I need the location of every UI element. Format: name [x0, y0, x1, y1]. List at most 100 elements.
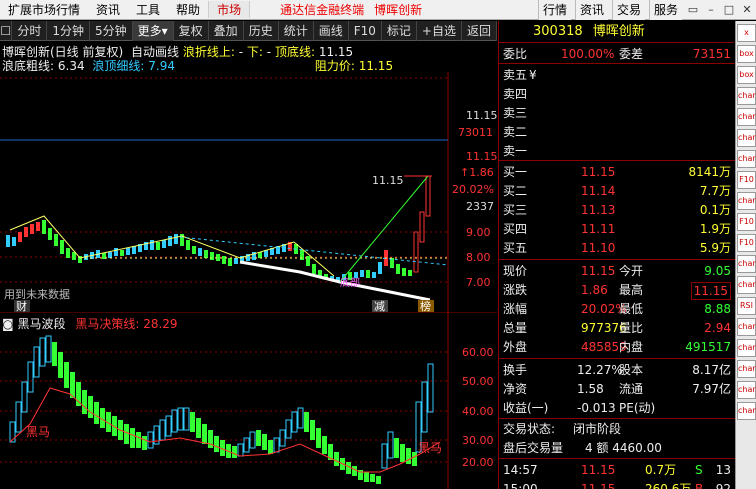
buy-volume: 5.9万 [699, 241, 731, 255]
close-icon[interactable]: ✕ [738, 0, 756, 20]
side-tool-icon[interactable]: chart [737, 276, 756, 294]
side-tool-icon[interactable]: RSI [737, 297, 756, 315]
candle [120, 250, 124, 256]
stat2-value: 1.58 [577, 382, 604, 396]
f10-button[interactable]: F10 [349, 20, 382, 41]
axis-label: 7.00 [466, 276, 491, 289]
menu-item-market[interactable]: 市场 [208, 1, 251, 18]
bar [376, 476, 381, 484]
menu-toggle-icon[interactable]: ☐ [0, 20, 13, 41]
stat-label: 最高 [619, 283, 644, 297]
buy-row: 买五 11.10 5.9万 [499, 239, 735, 258]
bar [304, 412, 309, 432]
side-tool-icon[interactable]: F10 [737, 234, 756, 252]
bar [285, 419, 292, 439]
maximize-icon[interactable]: □ [720, 0, 738, 20]
nav-quote-button[interactable]: 行情 [538, 0, 572, 20]
menu-item-market-ext[interactable]: 扩展市场行情 [0, 1, 88, 18]
nav-service-button[interactable]: 服务 [649, 0, 683, 20]
buy-label: 买四 [503, 222, 528, 236]
candle [60, 240, 64, 254]
side-tool-icon[interactable]: x [737, 24, 756, 42]
candle [174, 234, 178, 244]
tab-1min[interactable]: 1分钟 [47, 20, 90, 41]
side-tool-icon[interactable]: chart [737, 402, 756, 420]
history-button[interactable]: 历史 [244, 20, 279, 41]
side-tool-icon[interactable]: chart [737, 192, 756, 210]
tag-cai[interactable]: 财 [16, 299, 27, 312]
side-tool-icon[interactable]: chart [737, 339, 756, 357]
bar [400, 444, 405, 462]
nav-news-button[interactable]: 资讯 [575, 0, 609, 20]
minimize-icon[interactable]: – [702, 0, 720, 20]
tab-5min[interactable]: 5分钟 [90, 20, 133, 41]
tab-more[interactable]: 更多▾ [132, 20, 174, 41]
mark-button[interactable]: 标记 [382, 20, 417, 41]
tick-volume: 260.6万 [645, 482, 692, 489]
sub-axis-label: 60.00 [462, 346, 494, 359]
axis-label: 9.00 [466, 226, 491, 239]
menu-item-help[interactable]: 帮助 [168, 1, 208, 18]
buy-price: 11.10 [581, 241, 616, 255]
trade-status-row: 交易状态: 闭市阶段 [499, 420, 735, 439]
ad-banner-stock[interactable]: 博晖创新 [372, 1, 424, 18]
bar [214, 436, 219, 452]
side-tool-icon[interactable]: box [737, 66, 756, 84]
nav-trade-button[interactable]: 交易 [612, 0, 646, 20]
bar [15, 401, 22, 433]
stat-value: 8.88 [704, 302, 731, 316]
stats2-divider [499, 358, 735, 359]
add-watchlist-button[interactable]: +自选 [417, 20, 462, 41]
candle [312, 264, 316, 274]
draw-line-button[interactable]: 画线 [314, 20, 349, 41]
side-tool-icon[interactable]: chart [737, 87, 756, 105]
candle [162, 240, 166, 248]
candle [402, 268, 406, 276]
candle [12, 237, 16, 246]
tab-intraday[interactable]: 分时 [12, 20, 48, 41]
tick-volume: 0.7万 [645, 463, 677, 477]
tile-icon[interactable]: ▭ [684, 0, 702, 20]
status-divider [499, 418, 735, 419]
side-tool-icon[interactable]: box [737, 45, 756, 63]
adjust-button[interactable]: 复权 [174, 20, 209, 41]
side-tool-icon[interactable]: chart [737, 318, 756, 336]
order-ratio-row: 委比 100.00% 委差 73151 [499, 45, 735, 64]
sell-label: 卖二 [503, 125, 528, 139]
bar [412, 452, 417, 466]
side-tool-icon[interactable]: chart [737, 150, 756, 168]
stat-value: 491517 [685, 340, 731, 354]
side-tool-icon[interactable]: chart [737, 129, 756, 147]
ad-banner-terminal[interactable]: 通达信金融终端 [272, 1, 372, 18]
candles [6, 175, 431, 281]
tick-price: 11.15 [581, 482, 616, 489]
tick-row: 15:00 11.15 260.6万 B 92 [499, 480, 735, 489]
menu-item-tools[interactable]: 工具 [128, 1, 168, 18]
stats-button[interactable]: 统计 [279, 20, 314, 41]
thick-bottom-line [239, 260, 431, 302]
candle [372, 272, 376, 278]
side-tool-icon[interactable]: chart [737, 381, 756, 399]
side-tool-icon[interactable]: F10 [737, 171, 756, 189]
tag-jian[interactable]: 减 [374, 300, 385, 312]
side-tool-icon[interactable]: chart [737, 108, 756, 126]
back-button[interactable]: 返回 [462, 20, 497, 41]
side-tool-icon[interactable]: chart [737, 255, 756, 273]
bottom-signal-label: 底部 [340, 276, 360, 289]
side-tool-icon[interactable]: chart [737, 360, 756, 378]
thin-label: 浪顶细线: [92, 59, 145, 73]
kline-chart[interactable]: 11.15 用到未来数据 底部 财 减 榜 11.15 73011 11.15 … [0, 72, 497, 312]
stat2-value: 8.17亿 [692, 363, 731, 377]
heima-indicator-chart[interactable]: 黑马 黑马 60.00 50.00 40.00 30.00 20.00 [0, 312, 497, 489]
stat2-label: 换手 [503, 363, 528, 377]
status-label: 交易状态: [503, 422, 556, 436]
menu-item-news[interactable]: 资讯 [88, 1, 128, 18]
bar [130, 428, 135, 448]
axis-label: 2337 [466, 200, 494, 213]
tag-bang[interactable]: 榜 [420, 299, 431, 312]
side-tool-icon[interactable]: F10 [737, 213, 756, 231]
axis-label: 20.02% [452, 183, 494, 196]
overlay-button[interactable]: 叠加 [209, 20, 244, 41]
stats-divider [499, 259, 735, 260]
bar [142, 436, 147, 450]
